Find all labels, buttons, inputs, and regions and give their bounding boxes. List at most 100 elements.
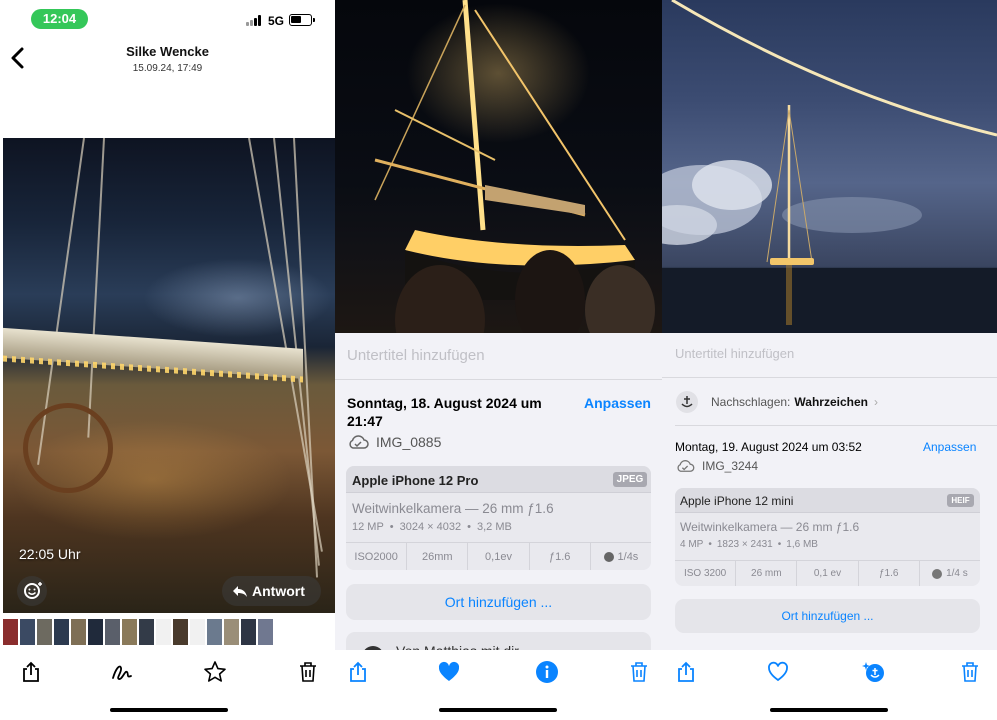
exposure-value: 0,1ev [468,543,530,570]
status-time: 12:04 [31,9,88,29]
thumbnail[interactable] [122,619,137,645]
share-icon[interactable] [19,660,43,684]
capture-date-line1: Sonntag, 18. August 2024 um [347,395,542,411]
landmark-lookup-icon [676,391,698,413]
shutter-cell: 1/4 s [920,561,980,586]
file-size: 1,6 MB [786,539,818,550]
aperture: ƒ1.6 [530,543,591,570]
image-specs: 4 MP • 1823 × 2431 • 1,6 MB [680,539,818,550]
lookup-landmark-row[interactable]: Nachschlagen: Wahrzeichen › [675,389,975,415]
status-bar: 12:04 5G [0,0,335,40]
lookup-prefix: Nachschlagen: [711,395,791,409]
reply-button[interactable]: Antwort [222,576,321,606]
yacht-at-dusk-photo[interactable] [662,0,997,333]
iso-value: ISO 3200 [675,561,737,586]
home-indicator [770,708,888,712]
add-location-button[interactable]: Ort hinzufügen ... [675,599,980,633]
filename: IMG_0885 [376,434,442,450]
megapixels: 4 MP [680,539,704,550]
chevron-right-icon: › [873,395,878,409]
thumbnail[interactable] [190,619,205,645]
capture-date: Montag, 19. August 2024 um 03:52 [675,440,862,454]
divider [675,425,997,426]
thumbnail[interactable] [54,619,69,645]
info-filled-icon[interactable] [535,660,559,684]
thumbnail[interactable] [207,619,222,645]
shutter-cell: 1/4s [591,543,651,570]
thumbnail[interactable] [139,619,154,645]
smiley-icon [24,582,42,599]
lookup-value: Wahrzeichen [794,395,868,409]
star-icon[interactable] [203,660,227,684]
device-name: Apple iPhone 12 Pro [352,473,479,488]
thumbnail[interactable] [88,619,103,645]
messages-photo-viewer: 12:04 5G Silke Wencke 15.09.24, 17:49 22… [0,0,335,720]
markup-icon[interactable] [110,660,134,684]
image-specs: 12 MP • 3024 × 4032 • 3,2 MB [352,521,512,533]
focal-length: 26 mm [736,561,798,586]
thumbnail[interactable] [224,619,239,645]
thumbnail[interactable] [258,619,273,645]
adjust-button[interactable]: Anpassen [584,395,651,411]
home-indicator [439,708,557,712]
resolution: 1823 × 2431 [716,539,773,550]
filename-row: IMG_3244 [675,459,758,473]
photo-thumbnail-strip[interactable] [0,613,335,650]
shutter-speed: 1/4s [617,550,639,563]
caption-placeholder[interactable]: Untertitel hinzufügen [675,346,794,361]
signal-icon [246,15,263,26]
thumbnail[interactable] [105,619,120,645]
shutter-speed: 1/4 s [946,568,968,579]
trash-icon[interactable] [958,660,982,684]
photo-info-panel-b: Untertitel hinzufügen Nachschlagen: Wahr… [662,0,997,720]
resolution: 3024 × 4032 [399,521,462,533]
thumbnail[interactable] [241,619,256,645]
thumbnail[interactable] [3,619,18,645]
distant-yacht-graphic [662,0,997,333]
lens-info: Weitwinkelkamera — 26 mm ƒ1.6 [352,501,554,516]
focal-length: 26mm [407,543,469,570]
camera-details-card: Apple iPhone 12 mini HEIF Weitwinkelkame… [675,488,980,586]
add-location-button[interactable]: Ort hinzufügen ... [346,584,651,620]
filename: IMG_3244 [702,459,759,473]
sailboat-deck-photo[interactable] [3,138,335,613]
illuminated-mast-graphic [374,0,655,333]
cloud-icon [677,460,695,472]
share-icon[interactable] [674,660,698,684]
thumbnail[interactable] [71,619,86,645]
live-photo-icon [603,551,614,562]
thumbnail[interactable] [156,619,171,645]
adjust-button[interactable]: Anpassen [923,440,976,454]
exif-row: ISO2000 26mm 0,1ev ƒ1.6 1/4s [346,542,651,570]
visual-lookup-icon[interactable] [862,660,886,684]
trash-icon[interactable] [296,660,320,684]
reply-arrow-icon [233,586,247,597]
share-icon[interactable] [346,660,370,684]
reply-label: Antwort [252,583,305,599]
device-name: Apple iPhone 12 mini [680,494,794,508]
trash-icon[interactable] [627,660,651,684]
iso-value: ISO2000 [346,543,408,570]
battery-icon [289,14,315,26]
caption-placeholder[interactable]: Untertitel hinzufügen [347,347,485,364]
photo-info-panel-a: Untertitel hinzufügen Sonntag, 18. Augus… [335,0,662,720]
ship-wheel [23,403,113,493]
thumbnail[interactable] [20,619,35,645]
cloud-icon [349,435,369,449]
sailing-yacht-night-photo[interactable] [335,0,662,333]
live-photo-icon [932,568,943,579]
conversation-header: Silke Wencke 15.09.24, 17:49 [0,40,335,138]
thumbnail[interactable] [173,619,188,645]
divider [662,377,997,378]
capture-date-line2: 21:47 [347,413,383,429]
thumbnail[interactable] [37,619,52,645]
heart-outline-icon[interactable] [766,660,790,684]
camera-details-card: Apple iPhone 12 Pro JPEG Weitwinkelkamer… [346,466,651,570]
divider [335,379,662,380]
heart-filled-icon[interactable] [437,660,461,684]
capture-date: Sonntag, 18. August 2024 um 21:47 [347,394,572,430]
file-size: 3,2 MB [477,521,512,533]
contact-name: Silke Wencke [126,44,209,59]
tapback-button[interactable] [17,576,47,606]
aperture: ƒ1.6 [859,561,920,586]
